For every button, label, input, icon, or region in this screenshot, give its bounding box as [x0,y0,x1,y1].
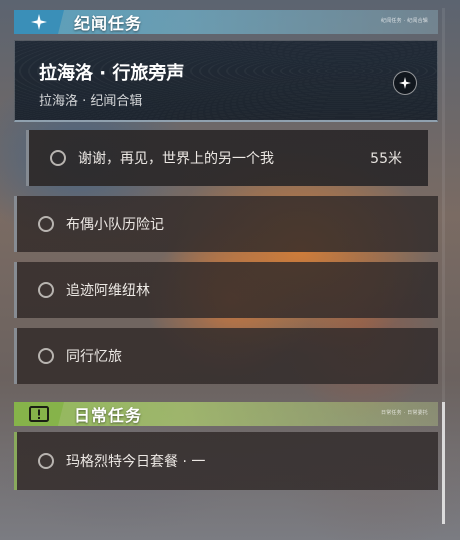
task-item[interactable]: 追迹阿维纽林 [14,262,438,318]
task-label: 布偶小队历险记 [66,217,164,233]
story-title: 拉海洛 · 行旅旁声 [39,63,185,84]
section-title: 纪闻任务 [74,14,143,33]
task-item[interactable]: 同行忆旅 [14,328,438,384]
task-label: 追迹阿维纽林 [66,283,150,299]
section-tag: 日常任务 · 日常委托 [381,410,428,416]
exclamation-box-icon [14,402,64,426]
task-status-circle-icon [38,348,54,364]
compass-star-icon[interactable] [393,71,417,95]
task-label: 同行忆旅 [66,349,122,365]
story-card[interactable]: 拉海洛 · 行旅旁声 拉海洛 · 纪闻合辑 [14,40,438,122]
scrollbar-thumb[interactable] [442,402,445,524]
task-label: 谢谢，再见，世界上的另一个我 [78,151,274,167]
task-item[interactable]: 玛格烈特今日套餐 · 一 [14,432,438,490]
task-status-circle-icon [50,150,66,166]
task-item[interactable]: 布偶小队历险记 [14,196,438,252]
section-tag: 纪闻任务 · 纪闻合辑 [381,18,428,24]
task-distance: 55米 [370,151,402,167]
task-label: 玛格烈特今日套餐 · 一 [66,454,206,470]
section-header-daily[interactable]: 日常任务 日常任务 · 日常委托 [14,402,438,426]
task-status-circle-icon [38,216,54,232]
task-status-circle-icon [38,453,54,469]
story-subtitle: 拉海洛 · 纪闻合辑 [39,94,143,109]
section-header-jiwen[interactable]: 纪闻任务 纪闻任务 · 纪闻合辑 [14,10,438,34]
four-point-star-icon [14,10,64,34]
section-title: 日常任务 [74,406,143,425]
task-status-circle-icon [38,282,54,298]
task-item[interactable]: 谢谢，再见，世界上的另一个我 55米 [26,130,428,186]
